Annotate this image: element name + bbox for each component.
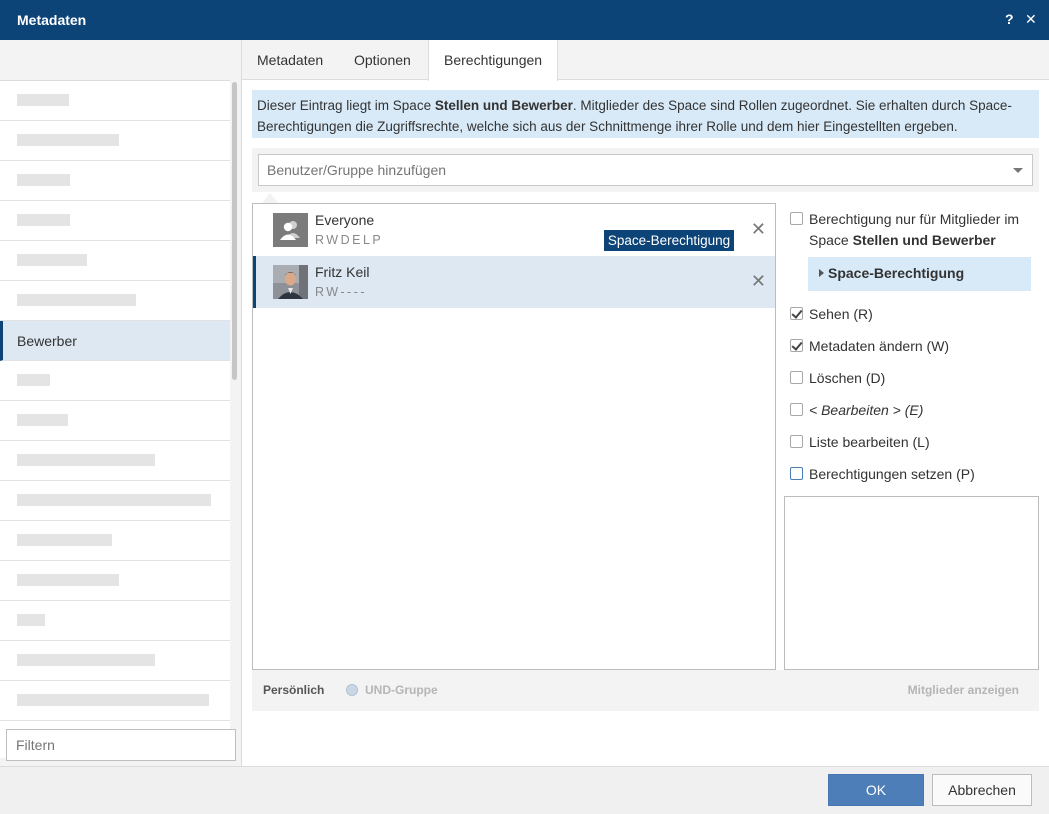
- close-button[interactable]: ✕: [1025, 11, 1037, 28]
- redacted-label: [17, 174, 70, 186]
- tab-optionen[interactable]: Optionen: [339, 40, 426, 80]
- right-p-checkbox[interactable]: [790, 467, 803, 480]
- redacted-label: [17, 694, 209, 706]
- add-user-combobox[interactable]: [258, 154, 1033, 186]
- help-button[interactable]: ?: [1005, 11, 1014, 27]
- chevron-down-icon[interactable]: [1013, 168, 1023, 173]
- list-item[interactable]: [0, 201, 230, 241]
- remove-icon[interactable]: ✕: [751, 271, 766, 292]
- right-p-label: Berechtigungen setzen (P): [809, 466, 975, 482]
- members-only-checkbox[interactable]: [790, 212, 803, 225]
- redacted-label: [17, 134, 119, 146]
- redacted-label: [17, 614, 45, 626]
- space-expander-label: Space-Berechtigung: [828, 265, 965, 281]
- entry-name: Everyone: [315, 212, 375, 228]
- permission-entry-fritz-keil[interactable]: Fritz Keil RW---- ✕: [253, 256, 775, 308]
- list-item[interactable]: [0, 81, 230, 121]
- right-d-checkbox[interactable]: [790, 371, 803, 384]
- redacted-label: [17, 654, 155, 666]
- list-item[interactable]: [0, 121, 230, 161]
- sidebar-list: Bewerber: [0, 80, 230, 758]
- space-name: Stellen und Bewerber: [434, 98, 573, 113]
- space-permission-expander[interactable]: Space-Berechtigung: [808, 257, 1031, 291]
- legend-bar: Persönlich UND-Gruppe Mitglieder anzeige…: [252, 670, 1039, 711]
- personal-legend: Persönlich: [263, 683, 325, 697]
- right-l-checkbox[interactable]: [790, 435, 803, 448]
- group-icon: [273, 213, 308, 247]
- redacted-label: [17, 414, 68, 426]
- user-photo: [273, 265, 308, 299]
- window-title: Metadaten: [17, 12, 87, 28]
- entry-rights: RWDELP: [315, 233, 384, 247]
- right-r-label: Sehen (R): [809, 306, 873, 322]
- info-text: Dieser Eintrag liegt im Space: [257, 98, 435, 113]
- title-bar: Metadaten ? ✕: [0, 0, 1049, 40]
- permission-entry-everyone[interactable]: Everyone RWDELP Space-Berechtigung ✕: [253, 204, 775, 256]
- redacted-label: [17, 214, 70, 226]
- add-user-input[interactable]: [259, 155, 999, 185]
- right-r-checkbox[interactable]: [790, 307, 803, 320]
- right-d-label: Löschen (D): [809, 370, 886, 386]
- members-only-label: Berechtigung nur für Mitglieder im Space…: [809, 209, 1029, 251]
- tab-metadaten[interactable]: Metadaten: [242, 40, 338, 80]
- list-item[interactable]: [0, 681, 230, 721]
- tab-berechtigungen[interactable]: Berechtigungen: [428, 40, 559, 81]
- redacted-label: [17, 494, 211, 506]
- dialog-footer: OK Abbrechen: [0, 766, 1049, 814]
- list-item[interactable]: [0, 361, 230, 401]
- list-item[interactable]: [0, 561, 230, 601]
- pointer-arrow: [262, 193, 278, 203]
- list-item[interactable]: [0, 441, 230, 481]
- remove-icon[interactable]: ✕: [751, 219, 766, 240]
- redacted-label: [17, 534, 112, 546]
- entry-rights: RW----: [315, 285, 368, 299]
- add-user-bar: [252, 148, 1039, 192]
- und-group-icon: [346, 684, 358, 696]
- right-w-label: Metadaten ändern (W): [809, 338, 950, 354]
- list-item[interactable]: [0, 601, 230, 641]
- list-item[interactable]: [0, 281, 230, 321]
- list-item[interactable]: [0, 241, 230, 281]
- right-e-text: < Bearbeiten > (E): [809, 402, 924, 418]
- redacted-label: [17, 94, 69, 106]
- und-group-legend: UND-Gruppe: [365, 683, 438, 697]
- rights-detail-box: [784, 496, 1039, 670]
- right-l-label: Liste bearbeiten (L): [809, 434, 930, 450]
- caret-right-icon: [819, 269, 824, 277]
- sidebar: Bewerber: [0, 40, 242, 766]
- right-e-label: < Bearbeiten > (E): [809, 402, 923, 418]
- space-permission-badge: Space-Berechtigung: [604, 230, 734, 251]
- redacted-label: [17, 574, 119, 586]
- redacted-label: [17, 454, 155, 466]
- right-e-checkbox[interactable]: [790, 403, 803, 416]
- list-item[interactable]: [0, 161, 230, 201]
- redacted-label: [17, 294, 136, 306]
- tab-bar: Metadaten Optionen Berechtigungen: [242, 40, 1049, 81]
- ok-button[interactable]: OK: [828, 774, 924, 806]
- space-info-banner: Dieser Eintrag liegt im Space Stellen un…: [252, 90, 1039, 138]
- list-item[interactable]: [0, 521, 230, 561]
- filter-input[interactable]: [6, 729, 236, 761]
- sidebar-item-bewerber[interactable]: Bewerber: [0, 321, 230, 361]
- sidebar-scrollbar[interactable]: [232, 82, 237, 380]
- members-only-space: Stellen und Bewerber: [852, 232, 996, 248]
- entry-name: Fritz Keil: [315, 264, 370, 280]
- list-item[interactable]: [0, 641, 230, 681]
- redacted-label: [17, 254, 87, 266]
- sidebar-item-label: Bewerber: [17, 333, 77, 349]
- cancel-button[interactable]: Abbrechen: [932, 774, 1032, 806]
- show-members-link[interactable]: Mitglieder anzeigen: [908, 683, 1019, 697]
- permission-list: Everyone RWDELP Space-Berechtigung ✕ Fri…: [252, 203, 776, 670]
- right-w-checkbox[interactable]: [790, 339, 803, 352]
- list-item[interactable]: [0, 481, 230, 521]
- list-item[interactable]: [0, 401, 230, 441]
- redacted-label: [17, 374, 50, 386]
